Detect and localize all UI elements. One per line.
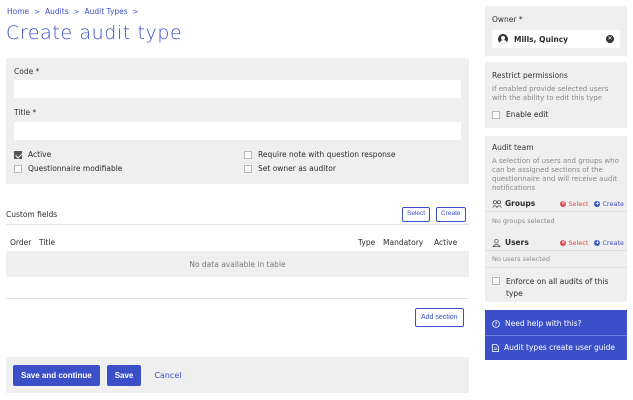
code-input[interactable] (14, 80, 461, 98)
divider (6, 298, 469, 299)
need-help-link[interactable]: ? Need help with this? (492, 319, 582, 328)
audit-team-title: Audit team (492, 143, 534, 152)
divider (485, 250, 627, 251)
code-label: Code * (14, 67, 40, 76)
set-owner-checkbox-row[interactable]: Set owner as auditor (244, 164, 336, 173)
enforce-checkbox[interactable] (492, 277, 500, 285)
audit-team-panel: Audit team A selection of users and grou… (485, 136, 627, 302)
questionnaire-modifiable-label: Questionnaire modifiable (28, 164, 123, 173)
enforce-checkbox-row[interactable]: Enforce on all audits of this type (492, 276, 622, 300)
groups-create-link[interactable]: + Create (594, 200, 624, 208)
user-icon (492, 238, 501, 247)
questionnaire-modifiable-checkbox[interactable] (14, 164, 22, 173)
owner-name: Mills, Quincy (514, 34, 569, 44)
avatar (498, 34, 508, 44)
enforce-label: Enforce on all audits of this type (506, 277, 609, 298)
permissions-title: Restrict permissions (492, 71, 568, 80)
breadcrumb: Home > Audits > Audit Types > (7, 7, 139, 16)
table-empty-row: No data available in table (6, 251, 469, 277)
divider (485, 267, 627, 268)
save-button[interactable]: Save (106, 364, 142, 386)
questionnaire-modifiable-checkbox-row[interactable]: Questionnaire modifiable (14, 164, 122, 173)
groups-empty-text: No groups selected (492, 217, 555, 225)
need-help-label: Need help with this? (505, 319, 582, 328)
form-actions-bar: Save and continue Save Cancel (6, 357, 469, 393)
owner-select[interactable]: Mills, Quincy ✕ (492, 30, 620, 48)
enable-edit-checkbox-row[interactable]: Enable edit (492, 110, 548, 119)
users-create-label: Create (602, 238, 624, 247)
document-icon (492, 343, 499, 352)
breadcrumb-audits-link[interactable]: Audits (45, 7, 69, 16)
custom-fields-create-button[interactable]: Create (436, 207, 466, 222)
groups-icon (492, 199, 502, 208)
svg-text:?: ? (495, 322, 498, 328)
enable-edit-checkbox[interactable] (492, 110, 500, 119)
column-header-title[interactable]: Title (39, 238, 55, 247)
owner-panel: Owner * Mills, Quincy ✕ (485, 6, 627, 56)
save-and-continue-button[interactable]: Save and continue (13, 364, 100, 386)
users-select-link[interactable]: ✕ Select (560, 239, 588, 247)
cancel-button[interactable]: Cancel (154, 371, 181, 380)
owner-label: Owner * (492, 15, 523, 24)
custom-fields-title: Custom fields (6, 210, 58, 219)
enable-edit-label: Enable edit (506, 110, 549, 119)
question-circle-icon: ? (492, 319, 500, 328)
groups-select-link[interactable]: ✕ Select (560, 200, 588, 208)
column-header-mandatory[interactable]: Mandatory (383, 238, 423, 247)
page-title: Create audit type (6, 22, 183, 44)
add-section-button[interactable]: Add section (415, 308, 464, 327)
set-owner-label: Set owner as auditor (258, 164, 336, 173)
title-input[interactable] (14, 122, 461, 140)
require-note-label: Require note with question response (258, 150, 396, 159)
active-checkbox-row[interactable]: Active (14, 150, 51, 159)
breadcrumb-separator: > (73, 7, 80, 16)
users-label: Users (505, 238, 529, 247)
breadcrumb-separator: > (132, 7, 139, 16)
breadcrumb-separator: > (34, 7, 41, 16)
user-guide-link[interactable]: Audit types create user guide (492, 343, 615, 352)
users-row: Users ✕ Select + Create (492, 238, 624, 247)
breadcrumb-home-link[interactable]: Home (7, 7, 29, 16)
permissions-description: If enabled provide selected users with t… (492, 85, 609, 102)
active-label: Active (28, 150, 52, 159)
title-label: Title * (14, 108, 37, 117)
users-empty-text: No users selected (492, 255, 550, 263)
groups-label: Groups (505, 199, 536, 208)
groups-create-label: Create (602, 199, 624, 208)
active-checkbox[interactable] (14, 150, 22, 159)
require-note-checkbox-row[interactable]: Require note with question response (244, 150, 395, 159)
permissions-panel: Restrict permissions If enabled provide … (485, 62, 627, 128)
groups-select-label: Select (568, 199, 589, 208)
plus-icon: + (594, 239, 601, 246)
require-note-checkbox[interactable] (244, 150, 252, 159)
column-header-active[interactable]: Active (434, 238, 457, 247)
column-header-type[interactable]: Type (358, 238, 375, 247)
remove-icon: ✕ (560, 239, 567, 246)
column-header-order[interactable]: Order (10, 238, 31, 247)
help-panel: ? Need help with this? Audit types creat… (485, 310, 627, 360)
set-owner-checkbox[interactable] (244, 164, 252, 173)
users-create-link[interactable]: + Create (594, 239, 624, 247)
user-guide-label: Audit types create user guide (504, 343, 616, 352)
divider (485, 211, 627, 212)
remove-icon: ✕ (560, 200, 567, 207)
users-select-label: Select (568, 238, 589, 247)
breadcrumb-audit-types-link[interactable]: Audit Types (84, 7, 127, 16)
clear-icon[interactable]: ✕ (606, 35, 614, 43)
custom-fields-select-button[interactable]: Select (402, 207, 431, 222)
groups-row: Groups ✕ Select + Create (492, 199, 624, 208)
plus-icon: + (594, 200, 601, 207)
general-form-panel: Code * Title * Active Require note with … (6, 58, 469, 184)
divider (485, 335, 627, 336)
divider (6, 224, 469, 225)
audit-team-description: A selection of users and groups who can … (492, 157, 619, 192)
